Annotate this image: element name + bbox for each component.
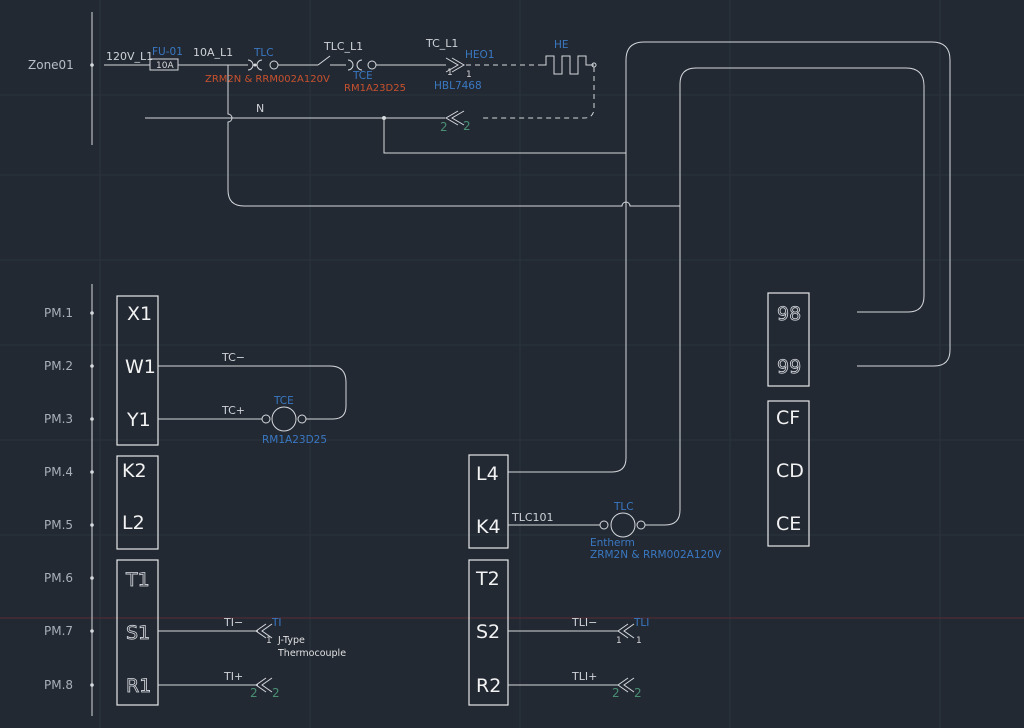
ti-connector-bottom <box>255 677 273 693</box>
tce-coil-left <box>261 414 271 424</box>
neutral-pin-2a: 2 <box>440 120 448 134</box>
terminal-ce[interactable]: CE <box>776 513 801 535</box>
k4-return-wire <box>645 206 681 526</box>
tli-plus-label: TLI+ <box>571 670 597 683</box>
tlc-tag: TLC <box>253 47 274 59</box>
pm-label-4: PM.4 <box>44 465 73 479</box>
tlc-part: ZRM2N & RRM002A120V <box>205 74 330 85</box>
tli-tag: TLI <box>633 617 649 629</box>
pm-label-5: PM.5 <box>44 518 73 532</box>
heo-pin-1a: 1 <box>447 68 453 78</box>
pm-label-2: PM.2 <box>44 359 73 373</box>
terminal-l4[interactable]: L4 <box>476 463 499 485</box>
pm-label-1: PM.1 <box>44 306 73 320</box>
tce-coil-part: RM1A23D25 <box>262 434 327 446</box>
tlc-coil-tag: TLC <box>613 501 634 513</box>
terminal-t1[interactable]: T1 <box>125 569 151 592</box>
ti-pin-1: 1 <box>266 636 272 646</box>
line-10a-label: 10A_L1 <box>193 46 233 59</box>
terminal-w1[interactable]: W1 <box>125 356 156 378</box>
tce-coil-symbol <box>271 406 297 432</box>
pm-label-8: PM.8 <box>44 678 73 692</box>
heater-tag: HE <box>554 39 569 51</box>
neutral-label: N <box>256 102 264 115</box>
tlc-coil-symbol <box>610 512 636 538</box>
pm-label-6: PM.6 <box>44 571 73 585</box>
tce-coil-right <box>297 414 307 424</box>
tlc-l1-label: TLC_L1 <box>323 40 363 53</box>
ti-plus-label: TI+ <box>223 670 243 683</box>
tc-l1-label: TC_L1 <box>425 37 458 50</box>
terminal-x1[interactable]: X1 <box>127 303 152 325</box>
terminal-cf[interactable]: CF <box>776 407 800 429</box>
tlc-coil-left <box>599 520 609 530</box>
ti-desc-2: Thermocouple <box>277 648 346 659</box>
inner-loop-wire <box>679 67 925 313</box>
ti-pin-2a: 2 <box>250 686 258 700</box>
tce-tag-top: TCE <box>352 70 373 82</box>
fuse-tag: FU-01 <box>152 46 183 58</box>
tc-plus-label: TC+ <box>221 404 245 417</box>
tli-pin-2a: 2 <box>612 686 620 700</box>
tli-pin-1a: 1 <box>616 636 622 646</box>
schematic-canvas: Zone01 120V_L1 FU-01 10A 10A_L1 TLC ZRM2… <box>0 0 1024 728</box>
ti-tag: TI <box>271 617 282 629</box>
l4-return-wire <box>508 153 627 473</box>
heater-return-dashed <box>480 67 595 119</box>
terminal-s1[interactable]: S1 <box>126 622 151 645</box>
terminal-99[interactable]: 99 <box>777 356 802 379</box>
tlc-contact-node <box>253 63 257 67</box>
tli-minus-label: TLI− <box>571 616 597 629</box>
zone-node <box>90 63 94 67</box>
tlc-coil-part: ZRM2N & RRM002A120V <box>590 549 722 561</box>
zone-label: Zone01 <box>28 58 74 72</box>
heo-tag: HEO1 <box>465 49 494 61</box>
tli-pin-1b: 1 <box>636 636 642 646</box>
terminal-r2[interactable]: R2 <box>476 675 501 697</box>
terminal-98[interactable]: 98 <box>777 303 802 326</box>
tlc-coil-brand: Entherm <box>590 537 635 549</box>
tc-minus-label: TC− <box>221 351 245 364</box>
terminal-s2[interactable]: S2 <box>476 621 500 643</box>
tc-minus-wire <box>158 365 347 420</box>
neutral-pin-2b: 2 <box>463 119 471 133</box>
fuse-rating: 10A <box>156 61 174 71</box>
terminal-l2[interactable]: L2 <box>122 512 145 534</box>
ti-minus-label: TI− <box>223 616 243 629</box>
terminal-k4[interactable]: K4 <box>476 516 501 538</box>
tlc-contact-circle <box>269 60 279 70</box>
line-120v-label: 120V_L1 <box>106 50 153 63</box>
ti-desc-1: J-Type <box>277 635 305 646</box>
tce-part-top: RM1A23D25 <box>344 83 406 94</box>
tlc-switch-blade <box>317 55 331 66</box>
heater-element-symbol <box>538 55 594 75</box>
ti-pin-2b: 2 <box>272 686 280 700</box>
neutral-drop-wire <box>383 118 626 154</box>
pm-label-3: PM.3 <box>44 412 73 426</box>
tli-pin-2b: 2 <box>634 686 642 700</box>
terminal-y1[interactable]: Y1 <box>126 409 151 431</box>
neutral-connector-symbol <box>445 110 465 126</box>
terminal-t2[interactable]: T2 <box>475 568 500 590</box>
tce-contact-symbol <box>347 59 363 71</box>
heo-part: HBL7468 <box>434 80 482 92</box>
tlc101-label: TLC101 <box>511 511 554 524</box>
terminal-cd[interactable]: CD <box>776 460 804 482</box>
tce-coil-tag: TCE <box>273 395 294 407</box>
tli-connector-bottom <box>617 677 635 693</box>
heo-pin-1b: 1 <box>466 70 472 80</box>
tce-contact-circle <box>367 60 377 70</box>
pm-label-7: PM.7 <box>44 624 73 638</box>
terminal-r1[interactable]: R1 <box>126 675 152 698</box>
tlc-coil-right <box>636 520 646 530</box>
terminal-k2[interactable]: K2 <box>122 460 147 482</box>
